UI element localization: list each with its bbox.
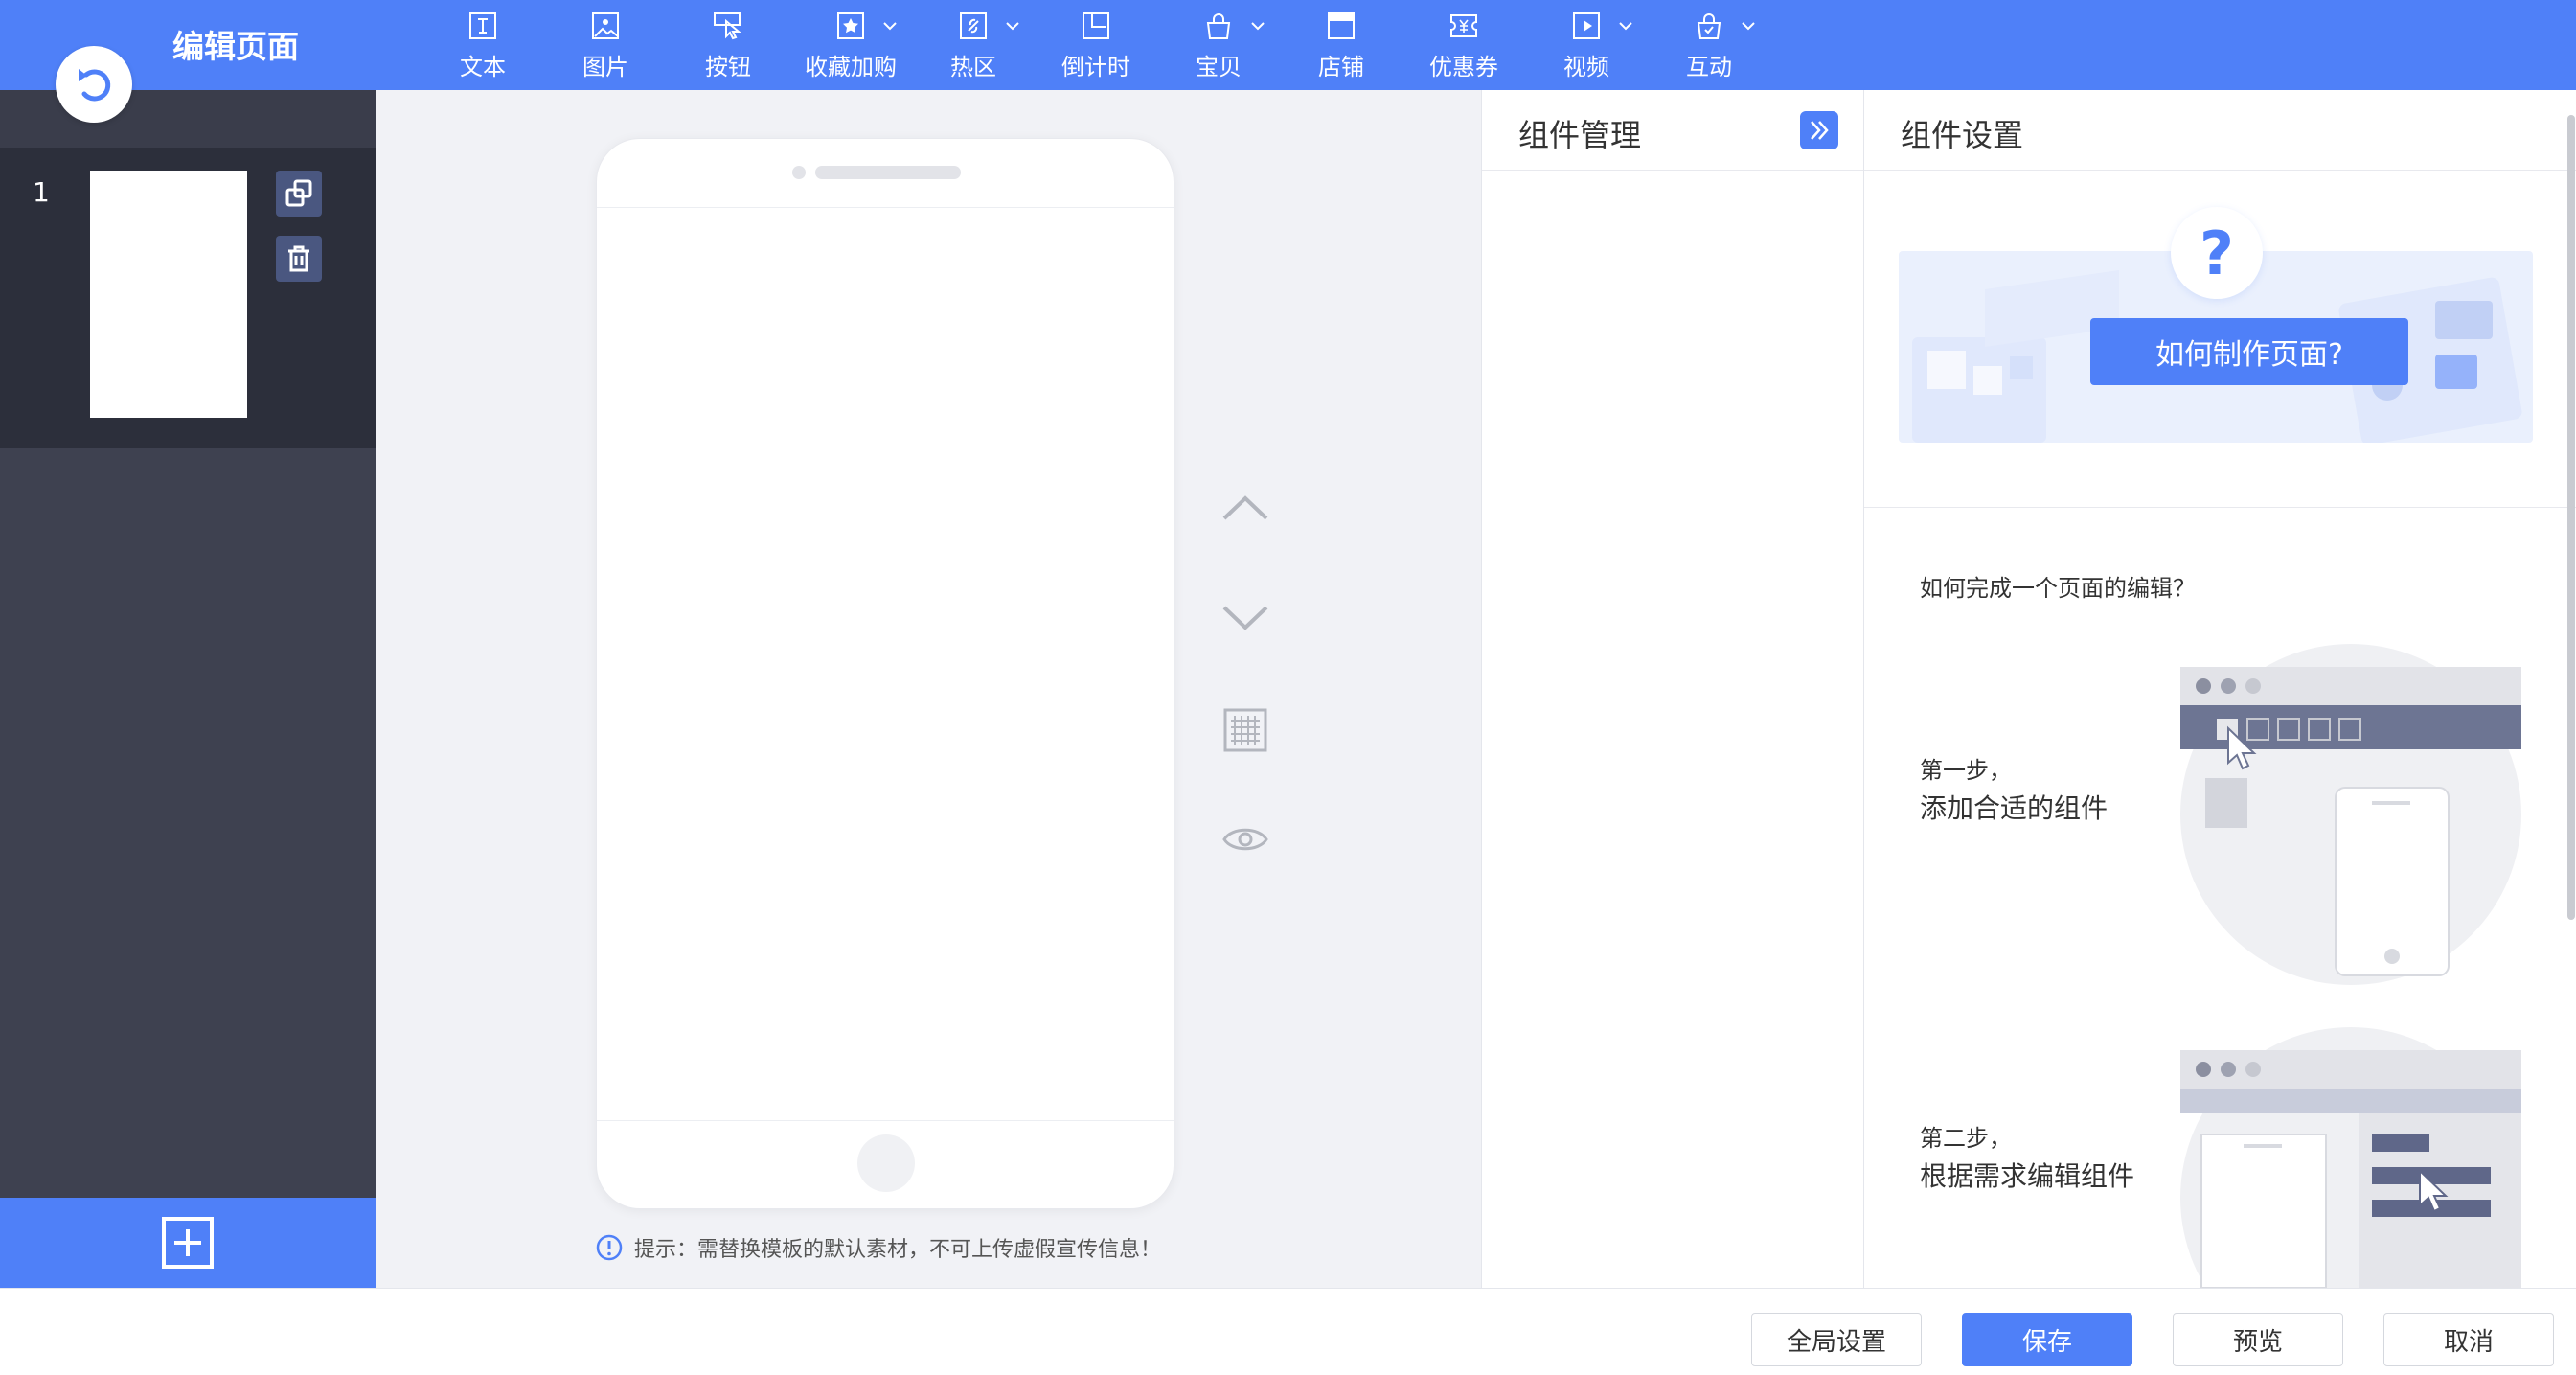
double-chevron-right-icon xyxy=(1811,121,1829,140)
collapse-panel-button[interactable] xyxy=(1800,111,1838,149)
preview-toggle-button[interactable] xyxy=(1217,811,1274,868)
coupon-icon xyxy=(1448,10,1480,42)
tool-interaction[interactable]: 互动 xyxy=(1648,0,1770,90)
help-banner-section: 如何制作页面? ? xyxy=(1864,171,2576,508)
tool-favorite[interactable]: 收藏加购 xyxy=(789,0,912,90)
component-settings-header: 组件设置 xyxy=(1864,90,2576,171)
plus-square-icon xyxy=(162,1217,214,1269)
undo-icon xyxy=(79,69,111,102)
step-1-label: 第一步， xyxy=(1920,757,2012,784)
bottom-action-bar: 全局设置 保存 预览 取消 xyxy=(0,1288,2576,1375)
top-toolbar: 编辑页面 文本 图片 按钮 收藏加购 热区 倒计时 宝贝 店铺 优惠券 视频 互… xyxy=(0,0,2576,90)
move-up-button[interactable] xyxy=(1217,479,1274,537)
phone-home-button xyxy=(857,1134,915,1192)
tool-product[interactable]: 宝贝 xyxy=(1157,0,1280,90)
image-icon xyxy=(589,10,622,42)
component-manage-title: 组件管理 xyxy=(1518,117,1642,153)
chevron-up-icon xyxy=(1222,495,1268,520)
page-number: 1 xyxy=(33,176,50,208)
tool-coupon[interactable]: 优惠券 xyxy=(1402,0,1525,90)
step-2-label: 第二步， xyxy=(1920,1125,2012,1152)
tip-text: 提示：需替换模板的默认素材，不可上传虚假宣传信息！ xyxy=(634,1238,1162,1262)
preview-button[interactable]: 预览 xyxy=(2173,1313,2343,1366)
copy-icon xyxy=(285,179,312,207)
add-page-button[interactable] xyxy=(0,1198,376,1288)
tool-button[interactable]: 按钮 xyxy=(667,0,789,90)
chevron-down-icon xyxy=(1619,22,1632,31)
component-manage-header: 组件管理 xyxy=(1482,90,1863,171)
tool-shop[interactable]: 店铺 xyxy=(1280,0,1402,90)
question-mark-icon: ? xyxy=(2171,207,2263,299)
chevron-down-icon xyxy=(883,22,897,31)
save-button[interactable]: 保存 xyxy=(1962,1313,2132,1366)
phone-speaker xyxy=(815,166,961,179)
phone-top-bar xyxy=(597,139,1174,208)
copy-page-button[interactable] xyxy=(276,171,322,217)
page-thumbnail[interactable] xyxy=(90,171,247,418)
chevron-down-icon xyxy=(1006,22,1019,31)
chevron-down-icon xyxy=(1251,22,1265,31)
grid-toggle-button[interactable] xyxy=(1217,701,1274,759)
canvas-tip: 提示：需替换模板的默认素材，不可上传虚假宣传信息！ xyxy=(596,1232,1161,1263)
button-icon xyxy=(712,10,744,42)
video-icon xyxy=(1570,10,1603,42)
eye-icon xyxy=(1222,828,1268,851)
sidebar-header xyxy=(0,90,376,148)
product-icon xyxy=(1202,10,1235,42)
move-down-button[interactable] xyxy=(1217,589,1274,647)
guide-question: 如何完成一个页面的编辑？ xyxy=(1920,575,2196,602)
page-title: 编辑页面 xyxy=(172,28,299,65)
hotspot-icon xyxy=(957,10,990,42)
component-settings-title: 组件设置 xyxy=(1901,117,2024,153)
favorite-icon xyxy=(834,10,867,42)
tool-countdown[interactable]: 倒计时 xyxy=(1035,0,1157,90)
phone-bottom-bar xyxy=(597,1120,1174,1208)
step-2-illustration xyxy=(2180,1027,2521,1288)
step-1-desc: 添加合适的组件 xyxy=(1920,792,2109,824)
info-circle-icon xyxy=(596,1234,623,1261)
delete-page-button[interactable] xyxy=(276,236,322,282)
global-settings-button[interactable]: 全局设置 xyxy=(1751,1313,1922,1366)
page-sidebar: 1 xyxy=(0,90,376,1288)
tool-hotspot[interactable]: 热区 xyxy=(912,0,1035,90)
component-manage-panel: 组件管理 xyxy=(1481,90,1864,1288)
phone-camera xyxy=(792,166,806,179)
tool-image[interactable]: 图片 xyxy=(544,0,667,90)
step-2-desc: 根据需求编辑组件 xyxy=(1920,1160,2135,1192)
back-button[interactable] xyxy=(56,46,132,123)
component-settings-panel: 组件设置 如何制作页面? ? 如何完成一个页面的编辑？ 第一步， 添加合适的组件… xyxy=(1864,90,2576,1288)
guide-step-1: 第一步， 添加合适的组件 xyxy=(1920,751,2108,828)
chevron-down-icon xyxy=(1222,606,1268,630)
shop-icon xyxy=(1325,10,1357,42)
tool-video[interactable]: 视频 xyxy=(1525,0,1648,90)
phone-canvas[interactable] xyxy=(596,138,1174,1209)
interaction-icon xyxy=(1693,10,1725,42)
countdown-icon xyxy=(1080,10,1112,42)
chevron-down-icon xyxy=(1742,22,1755,31)
step-1-illustration xyxy=(2180,644,2521,985)
guide-step-2: 第二步， 根据需求编辑组件 xyxy=(1920,1119,2134,1196)
tool-text[interactable]: 文本 xyxy=(422,0,544,90)
grid-icon xyxy=(1223,708,1267,752)
component-toolbar: 文本 图片 按钮 收藏加购 热区 倒计时 宝贝 店铺 优惠券 视频 互动 xyxy=(422,0,1770,90)
text-icon xyxy=(467,10,499,42)
how-to-make-page-button[interactable]: 如何制作页面? xyxy=(2090,318,2408,385)
settings-scrollbar[interactable] xyxy=(2567,115,2575,920)
cancel-button[interactable]: 取消 xyxy=(2383,1313,2554,1366)
page-list-item[interactable]: 1 xyxy=(0,148,376,448)
trash-icon xyxy=(288,245,309,272)
